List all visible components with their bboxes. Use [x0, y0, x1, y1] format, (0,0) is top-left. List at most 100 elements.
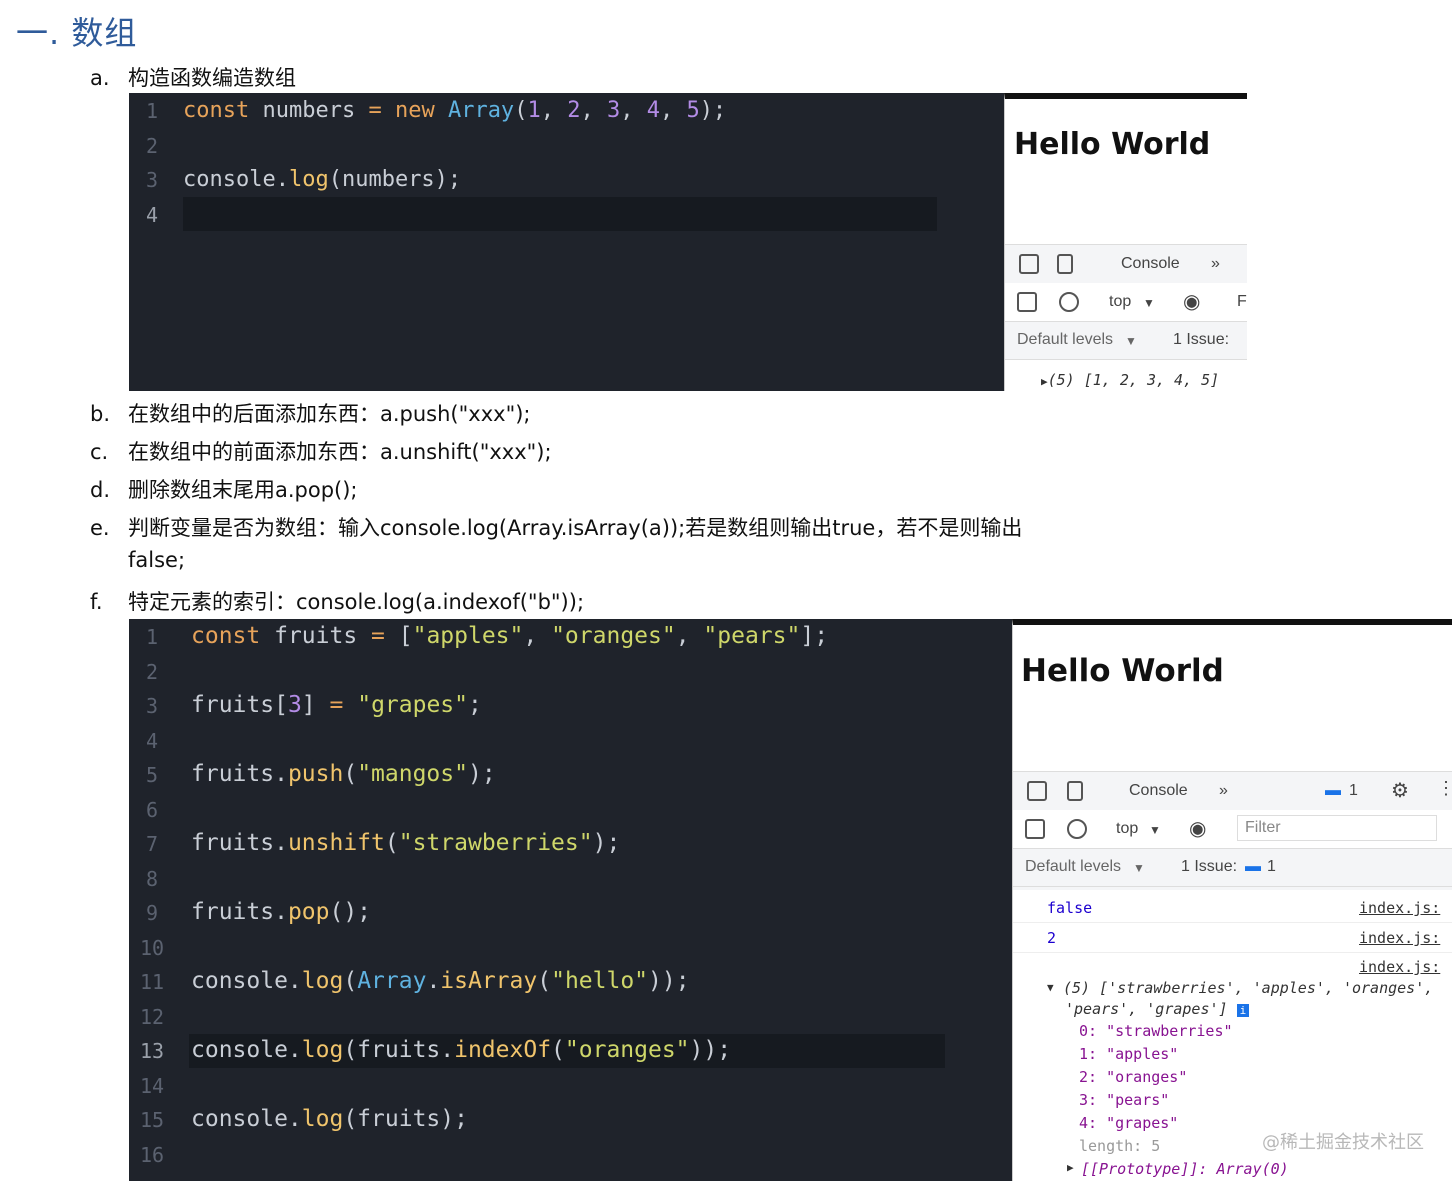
line-number: 7: [145, 832, 159, 856]
list-item-e: e. 判断变量是否为数组：输入console.log(Array.isArray(…: [90, 512, 1022, 542]
code-line: fruits.pop();: [191, 899, 372, 925]
eye-icon[interactable]: ◉: [1183, 289, 1200, 314]
line-number: 2: [145, 660, 159, 684]
line-number: 10: [139, 936, 165, 960]
info-icon: i: [1236, 1004, 1250, 1017]
line-number: 8: [145, 867, 159, 891]
line-number: 2: [145, 134, 159, 158]
levels-select[interactable]: Default levels: [1017, 331, 1113, 349]
line-number: 1: [145, 625, 159, 649]
line-number: 14: [139, 1074, 165, 1098]
line-number: 3: [145, 694, 159, 718]
more-tabs-icon[interactable]: »: [1211, 255, 1220, 273]
gear-icon[interactable]: ⚙: [1391, 778, 1409, 803]
line-number: 11: [139, 970, 165, 994]
array-summary-cont: 'pears', 'grapes'] i: [1065, 1000, 1250, 1018]
expand-icon[interactable]: ▶: [1041, 375, 1048, 388]
code-line: fruits.unshift("strawberries");: [191, 830, 621, 856]
filter-input[interactable]: Fi: [1237, 293, 1247, 311]
line-number: 6: [145, 798, 159, 822]
current-line-highlight: [183, 197, 937, 231]
item-marker: e.: [90, 516, 110, 540]
sidebar-icon[interactable]: [1025, 819, 1045, 839]
code-editor-1: 1 2 3 4 const numbers = new Array(1, 2, …: [129, 93, 1004, 391]
chevron-down-icon: ▼: [1133, 861, 1145, 875]
array-prototype: [[Prototype]]: Array(0): [1081, 1160, 1289, 1178]
issues-icon: ▬: [1245, 858, 1261, 875]
message-badge-count: 1: [1349, 782, 1358, 799]
issues-button[interactable]: 1 Issue:: [1173, 331, 1229, 349]
collapse-icon[interactable]: ▼: [1047, 981, 1054, 994]
device-toolbar-icon[interactable]: [1067, 781, 1083, 801]
list-item-f: f. 特定元素的索引：console.log(a.indexof("b"));: [90, 586, 584, 616]
code-line: const fruits = ["apples", "oranges", "pe…: [191, 623, 829, 649]
browser-panel-2: Hello World Console » ▬ 1 ⚙ ⋮ top ▼ ◉ Fi…: [1012, 619, 1452, 1181]
item-text: 删除数组末尾用a.pop();: [128, 478, 358, 502]
list-item-a: a. 构造函数编造数组: [90, 62, 296, 92]
chevron-down-icon: ▼: [1125, 334, 1137, 348]
item-text: 在数组中的后面添加东西：a.push("xxx");: [128, 402, 531, 426]
page-title: Hello World: [1021, 653, 1224, 689]
console-toolbar: top ▼ ◉ Fi: [1005, 283, 1247, 322]
item-text: 构造函数编造数组: [128, 66, 296, 90]
item-marker: b.: [90, 402, 111, 426]
code-line: fruits.push("mangos");: [191, 761, 496, 787]
levels-row: Default levels ▼ 1 Issue:: [1005, 321, 1247, 360]
page-title: Hello World: [1014, 127, 1211, 162]
device-toolbar-icon[interactable]: [1057, 254, 1073, 274]
console-output: ▶(5) [1, 2, 3, 4, 5]: [1041, 371, 1219, 389]
chevron-down-icon: ▼: [1149, 823, 1161, 837]
expand-icon[interactable]: ▶: [1067, 1161, 1074, 1174]
filter-input[interactable]: Filter: [1237, 815, 1437, 841]
browser-panel-1: Hello World Console » top ▼ ◉ Fi Default…: [1004, 93, 1247, 391]
list-item-b: b. 在数组中的后面添加东西：a.push("xxx");: [90, 398, 531, 428]
console-toolbar: top ▼ ◉ Filter: [1013, 810, 1452, 849]
line-number: 4: [145, 729, 159, 753]
devtools-tabbar: Console » ▬ 1 ⚙ ⋮: [1013, 772, 1452, 811]
line-number: 15: [139, 1108, 165, 1132]
tab-console[interactable]: Console: [1129, 782, 1188, 800]
context-select[interactable]: top: [1116, 820, 1138, 838]
source-link[interactable]: index.js:: [1359, 958, 1440, 976]
context-select[interactable]: top: [1109, 293, 1131, 311]
array-entry: 1: "apples": [1079, 1045, 1179, 1063]
sidebar-icon[interactable]: [1017, 292, 1037, 312]
issues-count: 1: [1267, 858, 1276, 875]
item-text: 在数组中的前面添加东西：a.unshift("xxx");: [128, 440, 552, 464]
item-text: 判断变量是否为数组：输入console.log(Array.isArray(a)…: [128, 516, 1023, 540]
code-line: console.log(fruits.indexOf("oranges"));: [191, 1037, 732, 1063]
eye-icon[interactable]: ◉: [1189, 816, 1206, 841]
message-badge-icon[interactable]: ▬: [1325, 782, 1341, 800]
code-editor-2: 1 2 3 4 5 6 7 8 9 10 11 12 13 14 15 16 c…: [129, 619, 1012, 1181]
array-summary: (5) ['strawberries', 'apples', 'oranges'…: [1063, 979, 1434, 997]
devtools: Console » ▬ 1 ⚙ ⋮ top ▼ ◉ Filter Default…: [1013, 771, 1452, 890]
item-marker: c.: [90, 440, 109, 464]
item-text: 特定元素的索引：console.log(a.indexof("b"));: [128, 590, 585, 614]
item-marker: a.: [90, 66, 110, 90]
levels-select[interactable]: Default levels: [1025, 858, 1121, 876]
line-number: 3: [145, 168, 159, 192]
more-tabs-icon[interactable]: »: [1219, 782, 1228, 800]
line-number: 4: [145, 203, 159, 227]
inspect-icon[interactable]: [1019, 254, 1039, 274]
devtools: Console » top ▼ ◉ Fi Default levels ▼ 1 …: [1005, 244, 1247, 360]
list-item-d: d. 删除数组末尾用a.pop();: [90, 474, 358, 504]
line-number: 13: [139, 1039, 165, 1063]
source-link[interactable]: index.js:: [1359, 899, 1440, 917]
line-number: 1: [145, 99, 159, 123]
line-number: 16: [139, 1143, 165, 1167]
clear-console-icon[interactable]: [1059, 292, 1079, 312]
kebab-menu-icon[interactable]: ⋮: [1437, 778, 1452, 799]
line-number: 12: [139, 1005, 165, 1029]
log-value: false: [1047, 899, 1093, 917]
inspect-icon[interactable]: [1027, 781, 1047, 801]
source-link[interactable]: index.js:: [1359, 929, 1440, 947]
code-line: console.log(numbers);: [183, 167, 462, 192]
issues-button[interactable]: 1 Issue:: [1181, 858, 1237, 876]
code-line: console.log(fruits);: [191, 1106, 468, 1132]
clear-console-icon[interactable]: [1067, 819, 1087, 839]
line-number: 9: [145, 901, 159, 925]
tab-console[interactable]: Console: [1121, 255, 1180, 273]
item-marker: f.: [90, 590, 103, 614]
array-entry: 0: "strawberries": [1079, 1022, 1233, 1040]
